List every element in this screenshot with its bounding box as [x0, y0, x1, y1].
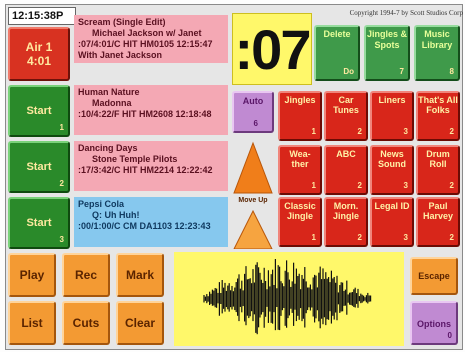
jingle-button-6[interactable]: ABC 2	[324, 145, 368, 195]
jingle-button-8[interactable]: Drum Roll 2	[416, 145, 460, 195]
deck-title: Scream (Single Edit)	[78, 17, 166, 27]
air-button[interactable]: Air 1 4:01	[8, 27, 70, 81]
deck-title: Dancing Days	[78, 143, 138, 153]
waveform-panel[interactable]	[174, 252, 404, 346]
jingle-label: Legal ID	[374, 201, 410, 211]
jingle-number: 2	[357, 127, 362, 136]
air-label: Air 1	[25, 40, 53, 54]
deck-2-info[interactable]: Human Nature Madonna :10/4:22/F HIT HM26…	[74, 85, 228, 135]
jingle-label: That's All Folks	[418, 95, 458, 115]
jingle-number: 3	[403, 233, 408, 242]
jingle-label: Paul Harvey	[422, 201, 454, 221]
deck-artist: Madonna	[92, 98, 132, 108]
options-button[interactable]: Options 0	[410, 301, 458, 345]
air-time: 4:01	[26, 54, 52, 68]
jingle-number: 1	[311, 127, 316, 136]
deck-info: :00/1:00/C CM DA1103 12:23:43	[78, 221, 211, 231]
jingle-number: 2	[449, 181, 454, 190]
jingle-label: Liners	[378, 95, 406, 105]
jingles-spots-button[interactable]: Jingles & Spots 7	[364, 25, 410, 81]
jingle-label: News Sound	[378, 149, 406, 169]
jingle-button-7[interactable]: News Sound 3	[370, 145, 414, 195]
jingle-button-5[interactable]: Wea- ther 1	[278, 145, 322, 195]
start-button-2[interactable]: Start 2	[8, 141, 70, 193]
jingle-label: Car Tunes	[333, 95, 359, 115]
jingle-label: Classic Jingle	[284, 201, 316, 221]
jingle-button-12[interactable]: Paul Harvey 2	[416, 197, 460, 247]
copyright-text: Copyright 1994-7 by Scott Studios Corp	[349, 9, 463, 17]
deck-4-info[interactable]: Pepsi Cola Q: Uh Huh! :00/1:00/C CM DA11…	[74, 197, 228, 247]
deck-artist: Q: Uh Huh!	[92, 210, 140, 220]
delete-button[interactable]: Delete Do	[314, 25, 360, 81]
jingle-number: 2	[357, 181, 362, 190]
jingle-label: ABC	[336, 149, 356, 159]
jingle-number: 1	[311, 233, 316, 242]
deck-title: Pepsi Cola	[78, 199, 125, 209]
jingle-label: Jingles	[284, 95, 316, 105]
deck-1-info[interactable]: Scream (Single Edit) Michael Jackson w/ …	[74, 15, 228, 63]
jingle-button-3[interactable]: Liners 3	[370, 91, 414, 141]
move-up-arrow-icon[interactable]	[232, 141, 274, 249]
jingle-label: Drum Roll	[426, 149, 450, 169]
jingle-button-1[interactable]: Jingles 1	[278, 91, 322, 141]
jingle-button-2[interactable]: Car Tunes 2	[324, 91, 368, 141]
deck-info: :17/3:42/C HIT HM2214 12:22:42	[78, 165, 213, 175]
deck-title: Human Nature	[78, 87, 140, 97]
jingle-button-9[interactable]: Classic Jingle 1	[278, 197, 322, 247]
music-library-button[interactable]: Music Library 8	[414, 25, 460, 81]
start-button-3[interactable]: Start 3	[8, 197, 70, 249]
mark-button[interactable]: Mark	[116, 253, 164, 297]
jingle-label: Morn. Jingle	[332, 201, 359, 221]
jingle-button-11[interactable]: Legal ID 3	[370, 197, 414, 247]
jingle-button-4[interactable]: That's All Folks 2	[416, 91, 460, 141]
jingle-number: 2	[357, 233, 362, 242]
jingle-number: 3	[403, 181, 408, 190]
deck-3-info[interactable]: Dancing Days Stone Temple Pilots :17/3:4…	[74, 141, 228, 191]
jingle-label: Wea- ther	[289, 149, 311, 169]
escape-button[interactable]: Escape	[410, 257, 458, 295]
clock-display: 12:15:38P	[8, 7, 76, 25]
deck-artist: Stone Temple Pilots	[92, 154, 178, 164]
jingle-number: 2	[449, 127, 454, 136]
play-button[interactable]: Play	[8, 253, 56, 297]
jingle-button-10[interactable]: Morn. Jingle 2	[324, 197, 368, 247]
move-up-label: Move Up	[238, 197, 268, 204]
auto-button[interactable]: Auto 6	[232, 91, 274, 133]
rec-button[interactable]: Rec	[62, 253, 110, 297]
list-button[interactable]: List	[8, 301, 56, 345]
deck-info: :10/4:22/F HIT HM2608 12:18:48	[78, 109, 212, 119]
audio-waveform	[203, 259, 372, 335]
main-panel: 12:15:38P Copyright 1994-7 by Scott Stud…	[5, 4, 463, 350]
cuts-button[interactable]: Cuts	[62, 301, 110, 345]
start-button-1[interactable]: Start 1	[8, 85, 70, 137]
jingle-number: 2	[449, 233, 454, 242]
deck-artist: Michael Jackson w/ Janet	[92, 28, 202, 38]
deck-info: :07/4:01/C HIT HM0105 12:15:47	[78, 39, 213, 49]
jingle-number: 3	[403, 127, 408, 136]
countdown-display: :07	[232, 13, 312, 85]
clear-button[interactable]: Clear	[116, 301, 164, 345]
jingle-number: 1	[311, 181, 316, 190]
deck-extra: With Janet Jackson	[78, 50, 162, 60]
